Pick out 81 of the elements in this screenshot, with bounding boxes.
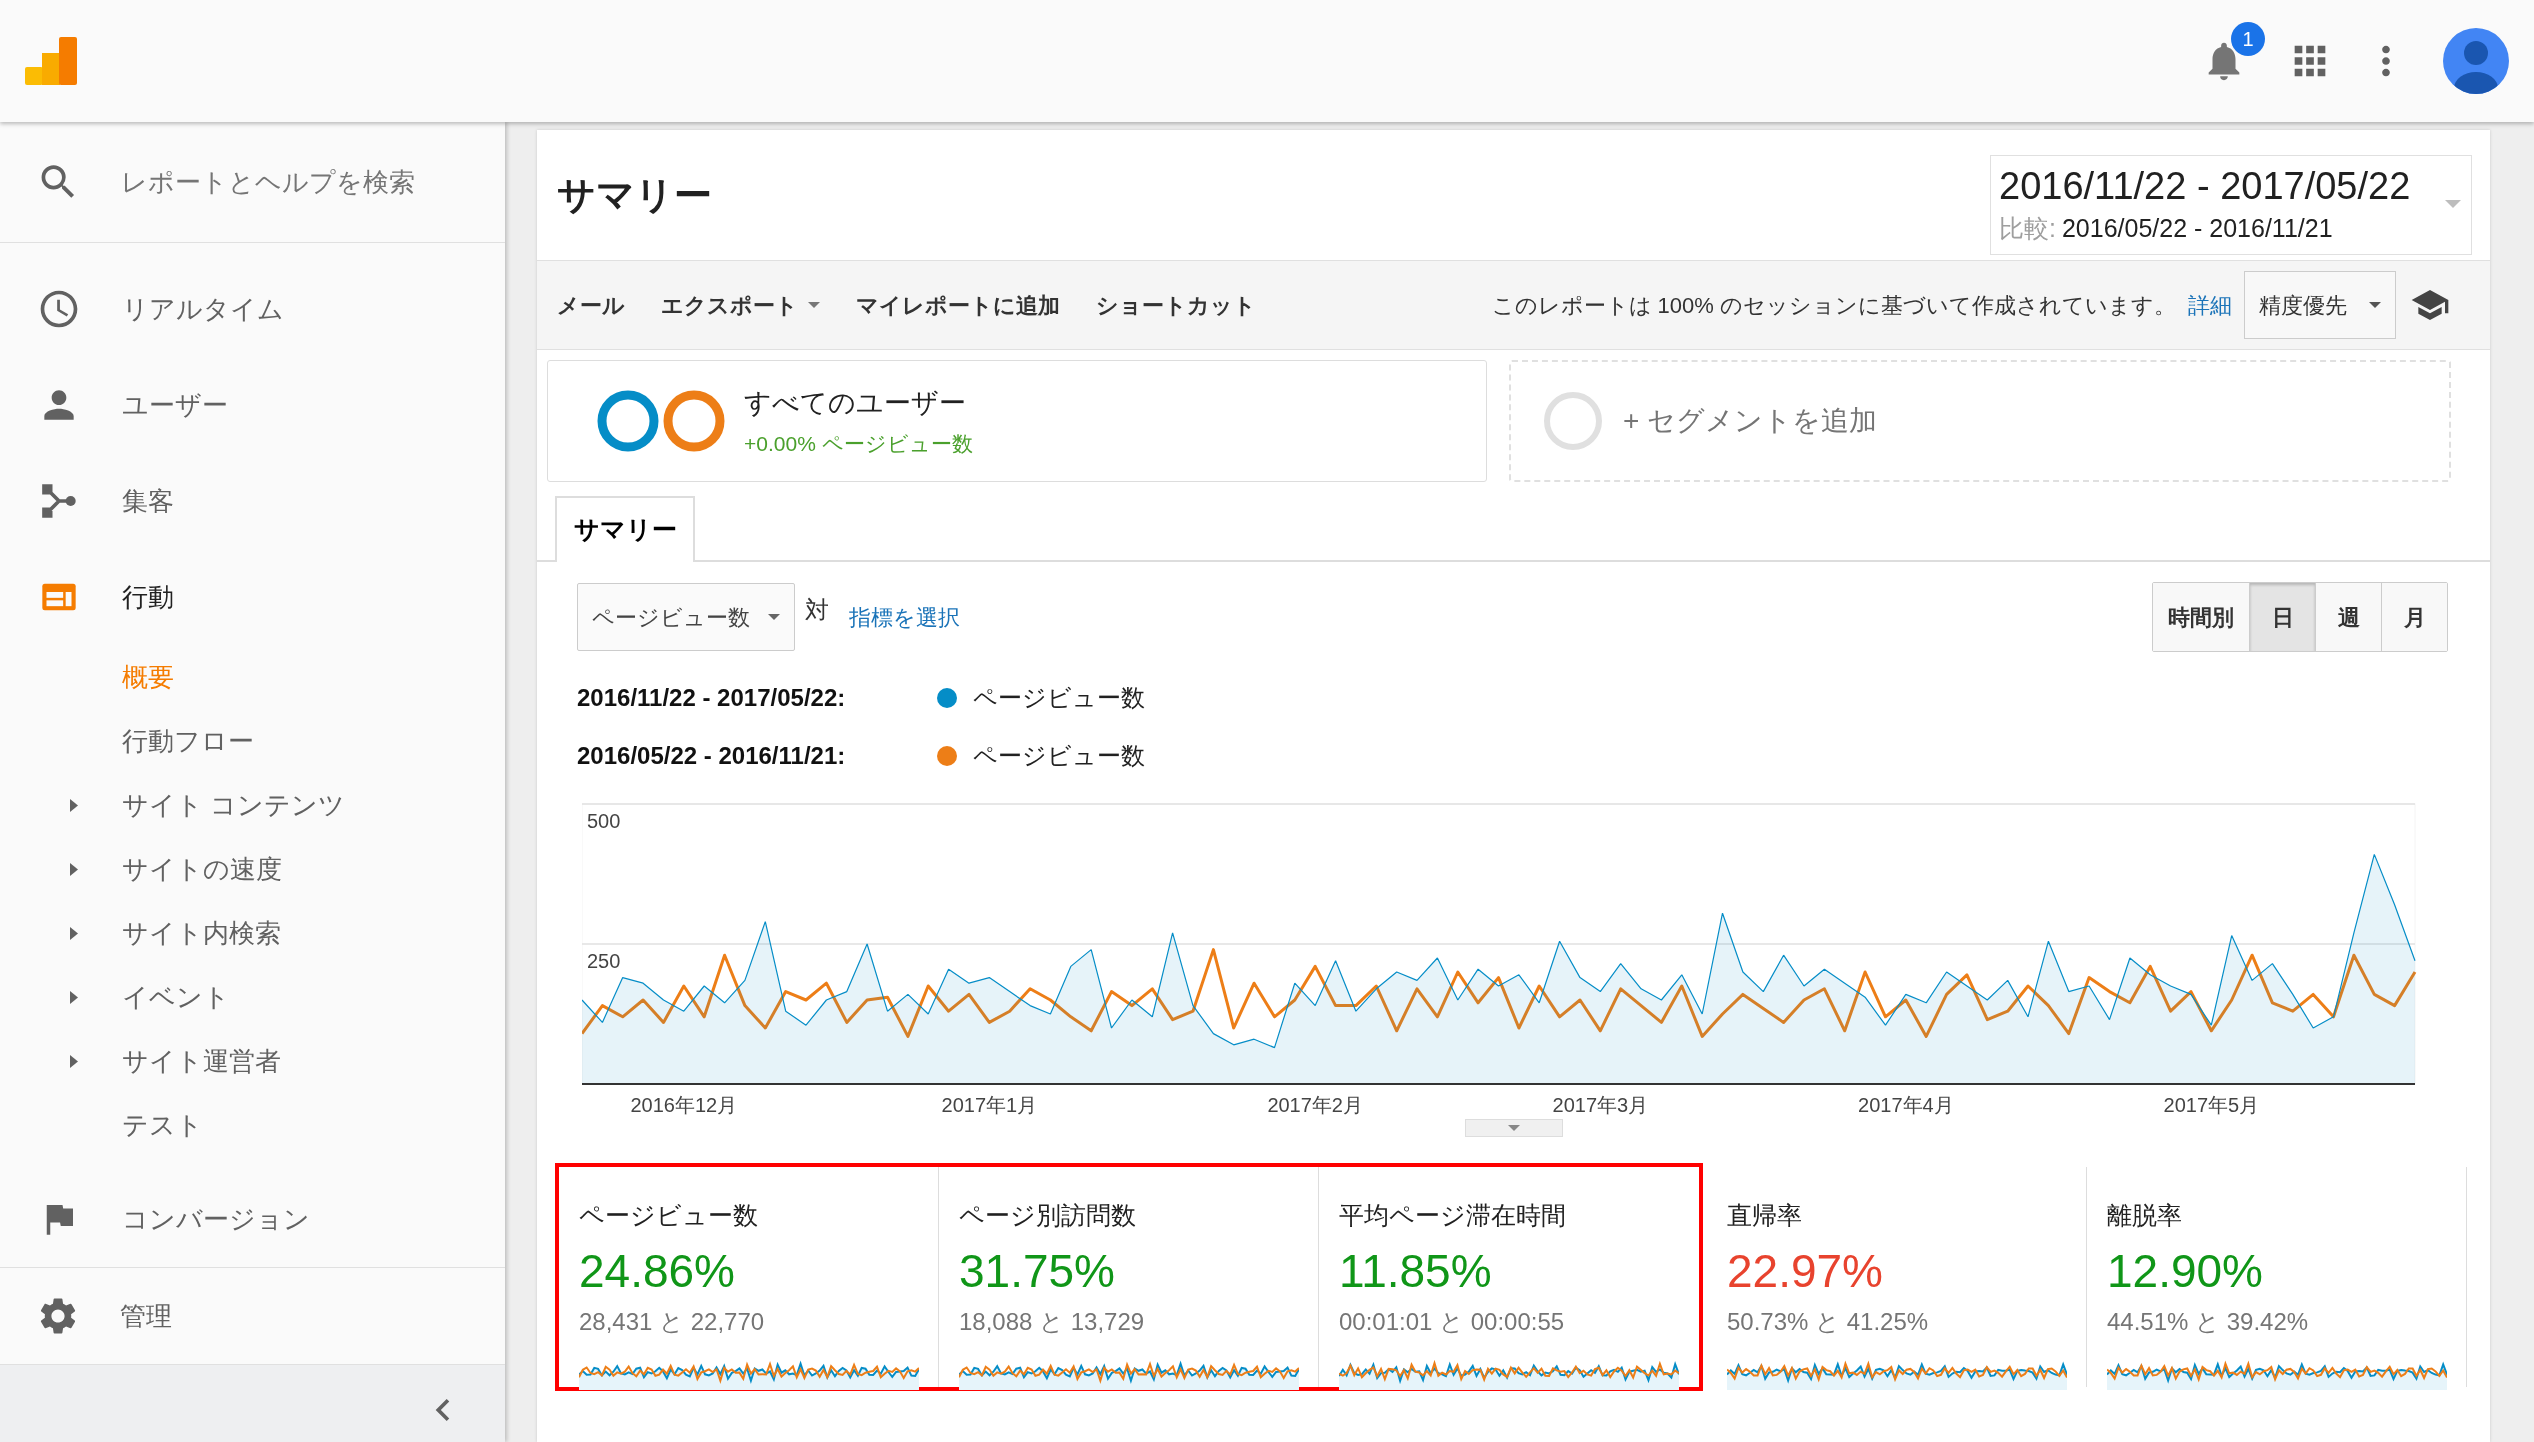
metric-label: ページビュー数 (579, 1200, 759, 1231)
nav-subitem[interactable]: サイト運営者 (0, 1029, 505, 1093)
granularity-button[interactable]: 週 (2315, 583, 2381, 651)
caret-icon (808, 302, 820, 308)
x-axis-label: 2017年5月 (2163, 1094, 2260, 1116)
caret-icon (768, 614, 780, 620)
legend-range: 2016/05/22 - 2016/11/21: (577, 741, 847, 771)
empty-ring-icon (1541, 389, 1605, 453)
legend-range: 2016/11/22 - 2017/05/22: (577, 683, 847, 713)
x-axis-label: 2017年1月 (941, 1094, 1038, 1116)
notification-badge: 1 (2231, 22, 2265, 56)
nav-subitem[interactable]: サイト コンテンツ (0, 773, 505, 837)
granularity-button[interactable]: 時間別 (2153, 583, 2249, 651)
metric-comparison: 50.73% と 41.25% (1727, 1307, 1930, 1337)
nav-item[interactable]: リアルタイム (0, 261, 505, 357)
x-axis-label: 2016年12月 (630, 1094, 738, 1116)
caret-icon (2445, 200, 2461, 208)
add-segment-button[interactable]: + セグメントを追加 (1509, 360, 2451, 482)
metric-comparison: 00:01:01 と 00:00:55 (1339, 1307, 1566, 1337)
metric-comparison: 28,431 と 22,770 (579, 1307, 766, 1337)
resize-handle[interactable] (1464, 1119, 1563, 1137)
precision-select[interactable]: 精度優先 (2244, 271, 2396, 339)
nav-item[interactable]: 管理 (0, 1267, 505, 1365)
sampling-notice: このレポートは 100% のセッションに基づいて作成されています。 (1491, 291, 2176, 320)
metric-value: 31.75% (959, 1243, 1116, 1299)
metric-label: 直帰率 (1727, 1200, 1803, 1231)
y-axis-label: 500 (587, 810, 621, 832)
metric-comparison: 18,088 と 13,729 (959, 1307, 1146, 1337)
compare-range: 2016/05/22 - 2016/11/21 (2061, 213, 2333, 244)
y-axis-label: 250 (587, 950, 621, 972)
nav-subitem[interactable]: サイトの速度 (0, 837, 505, 901)
bar-logo-icon[interactable] (25, 37, 77, 85)
search-input[interactable]: レポートとヘルプを検索 (120, 162, 469, 202)
nav-item[interactable]: 集客 (0, 453, 505, 549)
metric-value: 12.90% (2107, 1243, 2264, 1299)
expand-arrow-icon (70, 862, 78, 876)
segment-card[interactable]: すべてのユーザー +0.00% ページビュー数 (547, 360, 1487, 482)
metric-select[interactable]: ページビュー数 (577, 583, 795, 651)
segment-delta: +0.00% ページビュー数 (744, 430, 973, 457)
versus-label: 対 (805, 595, 829, 625)
select-metric-link[interactable]: 指標を選択 (849, 600, 960, 634)
metric-value: 22.97% (1727, 1243, 1884, 1299)
metric-label: 平均ページ滞在時間 (1339, 1200, 1567, 1231)
toolbar-action[interactable]: マイレポートに追加 (856, 288, 1060, 322)
toolbar-action[interactable]: ショートカット (1096, 288, 1256, 322)
legend-label: ページビュー数 (973, 683, 1145, 713)
summary-tab[interactable]: サマリー (555, 496, 695, 562)
toolbar-action[interactable]: メール (557, 288, 625, 322)
date-range-picker[interactable]: 2016/11/22 - 2017/05/22 比較: 2016/05/22 - 2016/11/21 (1990, 155, 2472, 255)
segment-name: すべてのユーザー (744, 387, 967, 420)
metric-label: 離脱率 (2107, 1200, 2183, 1231)
branch-icon (39, 481, 79, 521)
metric-label: ページ別訪問数 (959, 1200, 1137, 1231)
report-title: サマリー (557, 172, 713, 218)
compare-label: 比較: (1999, 213, 2056, 244)
x-axis-label: 2017年3月 (1552, 1094, 1649, 1116)
expand-arrow-icon (70, 798, 78, 812)
nav-item[interactable]: ユーザー (0, 357, 505, 453)
granularity-button[interactable]: 日 (2249, 583, 2315, 651)
segment-rings-icon (596, 389, 726, 453)
nav-item[interactable]: コンバージョン (0, 1171, 505, 1267)
nav-subitem[interactable]: テスト (0, 1093, 505, 1157)
legend-label: ページビュー数 (973, 741, 1145, 771)
metric-value: 11.85% (1339, 1243, 1493, 1299)
expand-arrow-icon (70, 990, 78, 1004)
nav-subitem[interactable]: サイト内検索 (0, 901, 505, 965)
details-link[interactable]: 詳細 (2188, 288, 2232, 322)
x-axis-label: 2017年4月 (1858, 1094, 1954, 1116)
caret-icon (2369, 302, 2381, 308)
date-range: 2016/11/22 - 2017/05/22 (1999, 163, 2411, 209)
caret-icon (1507, 1125, 1520, 1131)
expand-arrow-icon (70, 926, 78, 940)
nav-subitem[interactable]: 行動フロー (0, 709, 505, 773)
toolbar-action[interactable]: エクスポート (661, 288, 820, 322)
nav-item[interactable]: 行動 (0, 549, 505, 645)
x-axis-label: 2017年2月 (1267, 1094, 1363, 1116)
granularity-button[interactable]: 月 (2381, 583, 2447, 651)
expand-arrow-icon (70, 1054, 78, 1068)
nav-subitem[interactable]: イベント (0, 965, 505, 1029)
metric-comparison: 44.51% と 39.42% (2107, 1307, 2310, 1337)
metric-value: 24.86% (579, 1243, 736, 1299)
